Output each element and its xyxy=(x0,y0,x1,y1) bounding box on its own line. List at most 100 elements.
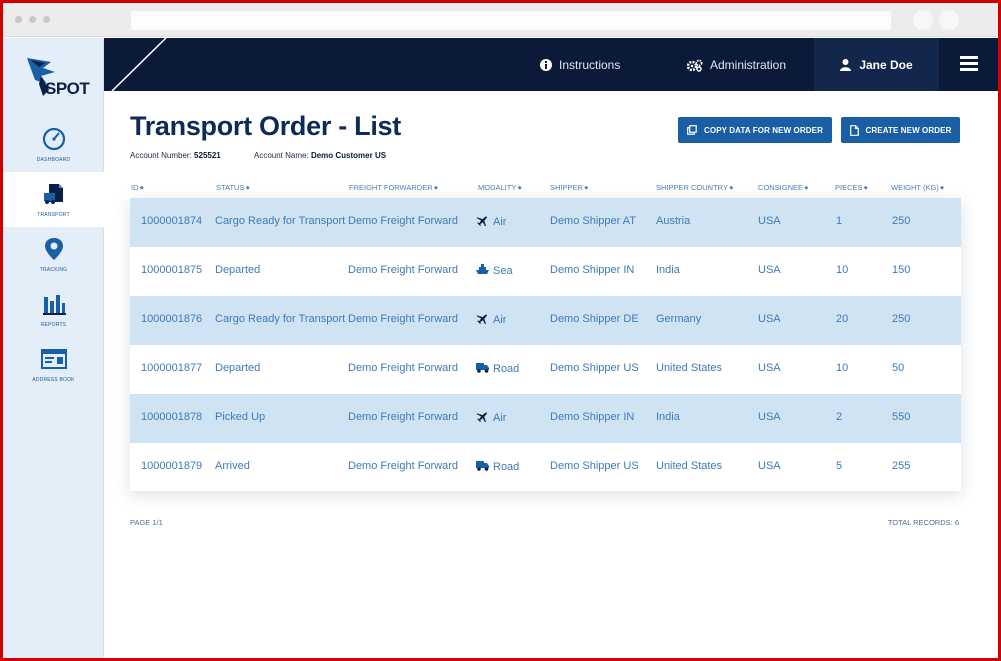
copy-data-label: COPY DATA FOR NEW ORDER xyxy=(704,125,823,135)
cell-shipper: Demo Shipper IN xyxy=(550,411,635,423)
sidebar-item-label: ADDRESS BOOK xyxy=(32,377,75,383)
sidebar-item-label: REPORTS xyxy=(40,322,67,328)
gears-icon xyxy=(687,59,703,72)
cell-id[interactable]: 1000001874 xyxy=(141,215,202,227)
account-name-value: Demo Customer US xyxy=(310,151,387,160)
table-row[interactable]: 1000001877 Departed Demo Freight Forward… xyxy=(130,345,961,394)
account-number-label: Account Number: xyxy=(130,151,192,160)
top-navigation-bar: Instructions Administration Jane Doe xyxy=(104,38,998,91)
plane-icon xyxy=(476,412,488,422)
cell-shipper-country: India xyxy=(656,411,680,423)
cell-freight-forwarder: Demo Freight Forward xyxy=(348,215,459,227)
administration-link[interactable]: Administration xyxy=(687,56,786,74)
cell-id[interactable]: 1000001877 xyxy=(141,362,202,374)
table-row[interactable]: 1000001879 Arrived Demo Freight Forward … xyxy=(130,443,961,492)
gauge-icon xyxy=(42,127,66,151)
cell-weight: 150 xyxy=(892,264,911,276)
browser-button[interactable] xyxy=(913,10,933,30)
decorative-slash xyxy=(111,38,167,91)
cell-shipper: Demo Shipper US xyxy=(550,460,639,472)
truck-icon xyxy=(476,363,489,373)
plane-icon xyxy=(476,216,488,226)
sidebar-item-dashboard[interactable]: DASHBOARD xyxy=(3,117,104,172)
cell-shipper-country: Germany xyxy=(656,313,702,325)
cell-status: Departed xyxy=(215,362,261,374)
copy-icon xyxy=(687,125,697,135)
table-row[interactable]: 1000001878 Picked Up Demo Freight Forwar… xyxy=(130,394,961,443)
cell-status: Picked Up xyxy=(215,411,266,423)
column-header-shipper-country[interactable]: SHIPPER COUNTRY xyxy=(656,183,733,192)
modality-label: Road xyxy=(493,461,520,473)
cell-pieces: 20 xyxy=(836,313,849,325)
sidebar-item-address-book[interactable]: ADDRESS BOOK xyxy=(3,337,104,392)
copy-data-button[interactable]: COPY DATA FOR NEW ORDER xyxy=(678,117,832,143)
administration-label: Administration xyxy=(710,58,787,72)
user-menu[interactable]: Jane Doe xyxy=(814,38,939,91)
cell-freight-forwarder: Demo Freight Forward xyxy=(348,264,459,276)
account-name: Account Name: Demo Customer US xyxy=(254,151,386,160)
cell-modality: Air xyxy=(476,411,506,424)
column-header-modality[interactable]: MODALITY xyxy=(478,183,522,192)
table-row[interactable]: 1000001876 Cargo Ready for Transport Dem… xyxy=(130,296,961,345)
cell-consignee: USA xyxy=(758,313,781,325)
window-dot[interactable] xyxy=(15,16,22,23)
page-title: Transport Order - List xyxy=(130,111,401,141)
sidebar-item-tracking[interactable]: TRACKING xyxy=(3,227,104,282)
column-header-consignee[interactable]: CONSIGNEE xyxy=(758,183,808,192)
hamburger-menu-icon[interactable] xyxy=(960,56,978,72)
table-row[interactable]: 1000001874 Cargo Ready for Transport Dem… xyxy=(130,198,961,247)
address-bar[interactable] xyxy=(131,11,891,30)
cell-id[interactable]: 1000001878 xyxy=(141,411,202,423)
cell-shipper: Demo Shipper US xyxy=(550,362,639,374)
sidebar-item-reports[interactable]: REPORTS xyxy=(3,282,104,337)
cell-pieces: 2 xyxy=(836,411,843,423)
bar-chart-icon xyxy=(43,295,66,315)
column-header-freight-forwarder[interactable]: FREIGHT FORWARDER xyxy=(349,183,438,192)
account-number: Account Number: 525521 xyxy=(130,151,221,160)
cell-consignee: USA xyxy=(758,264,781,276)
modality-label: Air xyxy=(493,216,507,228)
sidebar-item-transport[interactable]: TRANSPORT xyxy=(3,172,104,227)
window-dot[interactable] xyxy=(29,16,36,23)
cell-status: Arrived xyxy=(215,460,250,472)
cell-modality: Air xyxy=(476,215,506,228)
info-icon xyxy=(540,59,552,71)
window-dot[interactable] xyxy=(43,16,50,23)
cell-shipper: Demo Shipper IN xyxy=(550,264,635,276)
column-header-id[interactable]: ID xyxy=(131,183,144,192)
instructions-link[interactable]: Instructions xyxy=(540,56,620,74)
column-header-shipper[interactable]: SHIPPER xyxy=(550,183,588,192)
cell-status: Cargo Ready for Transport xyxy=(215,215,346,227)
truck-document-icon xyxy=(44,184,63,204)
cell-weight: 550 xyxy=(892,411,911,423)
cell-modality: Road xyxy=(476,362,519,375)
column-header-weight[interactable]: WEIGHT (KG) xyxy=(891,183,944,192)
cell-weight: 250 xyxy=(892,313,911,325)
modality-label: Sea xyxy=(493,265,513,277)
cell-shipper: Demo Shipper DE xyxy=(550,313,639,325)
cell-freight-forwarder: Demo Freight Forward xyxy=(348,362,459,374)
total-records-label: TOTAL RECORDS: 6 xyxy=(887,518,959,527)
browser-button[interactable] xyxy=(939,10,959,30)
table-row[interactable]: 1000001875 Departed Demo Freight Forward… xyxy=(130,247,961,296)
pagination-label: PAGE 1/1 xyxy=(130,518,163,527)
cell-id[interactable]: 1000001876 xyxy=(141,313,202,325)
column-header-pieces[interactable]: PIECES xyxy=(835,183,868,192)
cell-shipper-country: Austria xyxy=(656,215,691,227)
modality-label: Air xyxy=(493,314,507,326)
cell-shipper-country: United States xyxy=(656,362,723,374)
cell-consignee: USA xyxy=(758,460,781,472)
column-header-status[interactable]: STATUS xyxy=(216,183,250,192)
create-new-order-button[interactable]: CREATE NEW ORDER xyxy=(841,117,960,143)
cell-modality: Sea xyxy=(476,264,513,277)
modality-label: Air xyxy=(493,412,507,424)
document-icon xyxy=(849,124,859,136)
truck-icon xyxy=(476,461,489,471)
cell-pieces: 1 xyxy=(836,215,843,227)
cell-freight-forwarder: Demo Freight Forward xyxy=(348,411,459,423)
cell-id[interactable]: 1000001879 xyxy=(141,460,202,472)
cell-modality: Air xyxy=(476,313,506,326)
user-icon xyxy=(840,58,852,71)
cell-consignee: USA xyxy=(758,215,781,227)
cell-id[interactable]: 1000001875 xyxy=(141,264,202,276)
